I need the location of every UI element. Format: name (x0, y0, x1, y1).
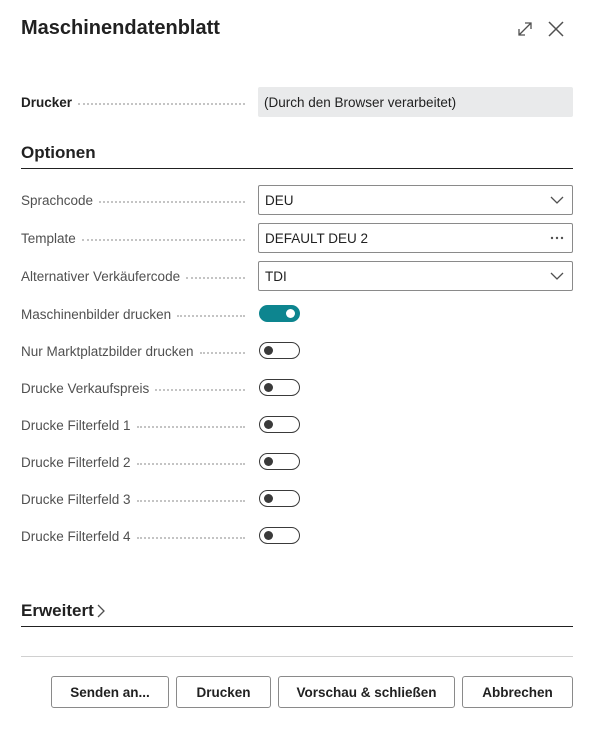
footer-divider (21, 656, 573, 657)
filter-1-toggle[interactable] (259, 416, 300, 433)
filter-2-toggle[interactable] (259, 453, 300, 470)
print-button[interactable]: Drucken (176, 676, 271, 708)
more-options-icon[interactable] (542, 224, 572, 252)
toggle-row-filter-3: Drucke Filterfeld 3 (21, 484, 573, 514)
printer-value: (Durch den Browser verarbeitet) (264, 94, 457, 110)
toggle-label: Nur Marktplatzbilder drucken (21, 343, 194, 359)
options-section-header[interactable]: Optionen (21, 143, 573, 169)
template-label: Template (21, 230, 76, 246)
toggle-label: Drucke Filterfeld 2 (21, 454, 131, 470)
options-heading: Optionen (21, 143, 96, 162)
language-select[interactable]: DEU (258, 185, 573, 215)
toggle-row-filter-1: Drucke Filterfeld 1 (21, 410, 573, 440)
expand-icon[interactable] (514, 18, 536, 40)
template-value: DEFAULT DEU 2 (265, 230, 369, 246)
toggle-label: Drucke Filterfeld 3 (21, 491, 131, 507)
toggle-label: Drucke Filterfeld 4 (21, 528, 131, 544)
filter-4-toggle[interactable] (259, 527, 300, 544)
toggle-label: Drucke Verkaufspreis (21, 380, 150, 396)
salesperson-label: Alternativer Verkäufercode (21, 268, 181, 284)
chevron-down-icon[interactable] (542, 186, 572, 214)
dialog-title: Maschinendatenblatt (21, 17, 220, 39)
toggle-row-filter-2: Drucke Filterfeld 2 (21, 447, 573, 477)
chevron-right-icon (97, 604, 105, 618)
toggle-row-sales-price: Drucke Verkaufspreis (21, 373, 573, 403)
toggle-row-filter-4: Drucke Filterfeld 4 (21, 521, 573, 551)
advanced-section-header[interactable]: Erweitert (21, 601, 573, 627)
sales-price-toggle[interactable] (259, 379, 300, 396)
filter-3-toggle[interactable] (259, 490, 300, 507)
machine-images-toggle[interactable] (259, 305, 300, 322)
salesperson-select[interactable]: TDI (258, 261, 573, 291)
language-value: DEU (265, 192, 294, 208)
marketplace-images-toggle[interactable] (259, 342, 300, 359)
toggle-row-marketplace-images: Nur Marktplatzbilder drucken (21, 336, 573, 366)
salesperson-value: TDI (265, 268, 287, 284)
close-icon[interactable] (545, 18, 567, 40)
send-to-button[interactable]: Senden an... (51, 676, 169, 708)
language-row: Sprachcode DEU (21, 185, 573, 215)
printer-field: (Durch den Browser verarbeitet) (258, 87, 573, 117)
language-label: Sprachcode (21, 192, 94, 208)
advanced-heading: Erweitert (21, 601, 94, 620)
toggle-row-machine-images: Maschinenbilder drucken (21, 299, 573, 329)
template-field[interactable]: DEFAULT DEU 2 (258, 223, 573, 253)
toggle-label: Maschinenbilder drucken (21, 306, 172, 322)
salesperson-row: Alternativer Verkäufercode TDI (21, 261, 573, 291)
printer-row: Drucker (Durch den Browser verarbeitet) (21, 87, 573, 117)
toggle-label: Drucke Filterfeld 1 (21, 417, 131, 433)
chevron-down-icon[interactable] (542, 262, 572, 290)
cancel-button[interactable]: Abbrechen (462, 676, 573, 708)
preview-close-button[interactable]: Vorschau & schließen (278, 676, 455, 708)
printer-label: Drucker (21, 94, 73, 110)
template-row: Template DEFAULT DEU 2 (21, 223, 573, 253)
